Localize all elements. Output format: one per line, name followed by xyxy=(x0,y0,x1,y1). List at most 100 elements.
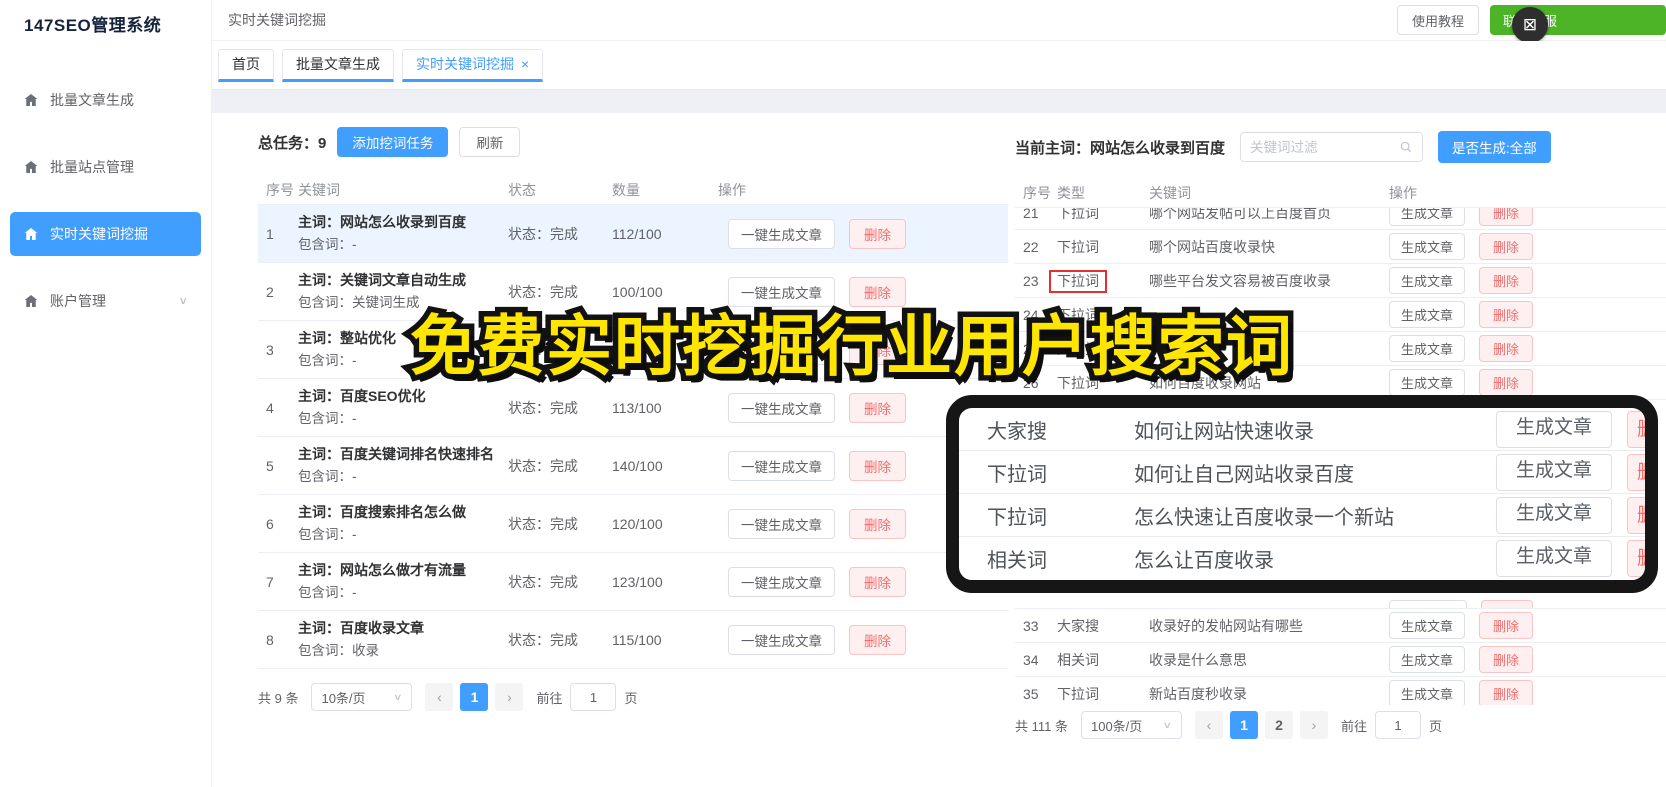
table-row[interactable]: 6 主词：百度搜索排名怎么做 包含词：- 状态：完成 120/100 一键生成文… xyxy=(258,495,1008,553)
row-type: 下拉词 xyxy=(1057,685,1099,702)
delete-button[interactable]: 删除 xyxy=(849,392,906,423)
table-row[interactable]: 5 主词：百度关键词排名快速排名 包含词：- 状态：完成 140/100 一键生… xyxy=(258,437,1008,495)
sidebar-item-label: 批量文章生成 xyxy=(50,92,134,108)
delete-button[interactable]: 删除 xyxy=(849,508,906,539)
prev-page-button[interactable]: ‹ xyxy=(1194,711,1223,739)
row-keyword: 主词：整站优化 包含词：- xyxy=(298,327,508,372)
delete-button[interactable]: 删除 xyxy=(849,624,906,655)
generate-article-button[interactable]: 一键生成文章 xyxy=(728,218,835,249)
delete-button[interactable]: 删除 xyxy=(1479,233,1534,260)
generate-article-button[interactable]: 生成文章 xyxy=(1389,646,1466,673)
table-row[interactable]: 3 主词：整站优化 包含词：- 状态：完成 一键生成文章 删除 xyxy=(258,321,1008,379)
sidebar-item-batch-site[interactable]: 批量站点管理 xyxy=(10,145,201,189)
sidebar-item-account[interactable]: 账户管理 ∨ xyxy=(10,279,201,323)
main-word: 主词：网站怎么收录到百度 xyxy=(298,213,466,230)
row-keyword: 主词：网站怎么做才有流量 包含词：- xyxy=(298,559,508,604)
generate-article-button[interactable]: 一键生成文章 xyxy=(728,450,835,481)
include-word: 包含词：关键词生成 xyxy=(298,294,420,310)
generate-article-button[interactable]: 生成文章 xyxy=(1389,612,1466,639)
goto-page-input[interactable] xyxy=(1375,711,1421,739)
tab-home[interactable]: 首页 xyxy=(218,49,274,82)
row-count: 113/100 xyxy=(612,399,662,416)
generate-article-button[interactable]: 一键生成文章 xyxy=(728,624,835,655)
page-buttons: ‹ 1 2 › xyxy=(1194,711,1328,739)
generate-article-button[interactable]: 生成文章 xyxy=(1389,233,1466,260)
main-word: 主词：百度关键词排名快速排名 xyxy=(298,445,494,462)
generate-all-button[interactable]: 是否生成:全部 xyxy=(1438,131,1551,163)
row-status: 状态：完成 xyxy=(508,515,578,532)
sidebar-item-label: 批量站点管理 xyxy=(50,159,134,175)
delete-button[interactable]: 删除 xyxy=(849,334,906,365)
tab-realtime-keyword[interactable]: 实时关键词挖掘 × xyxy=(402,49,544,82)
delete-button[interactable]: 删除 xyxy=(849,450,906,481)
row-keyword: 主词：关键词文章自动生成 包含词：关键词生成 xyxy=(298,269,508,314)
generate-article-button[interactable]: 一键生成文章 xyxy=(728,508,835,539)
delete-button[interactable]: 删除 xyxy=(1479,369,1534,396)
row-type: 大家搜 xyxy=(1057,340,1099,357)
table-row[interactable]: 1 主词：网站怎么收录到百度 包含词：- 状态：完成 112/100 一键生成文… xyxy=(258,205,1008,263)
table-row: 33 大家搜 收录好的发帖网站有哪些 生成文章 删除 xyxy=(1015,609,1666,643)
row-actions: 生成文章 删除 xyxy=(1389,233,1666,260)
delete-button[interactable]: 删除 xyxy=(849,566,906,597)
generate-article-button[interactable]: 一键生成文章 xyxy=(728,392,835,423)
table-row[interactable]: 4 主词：百度SEO优化 包含词：- 状态：完成 113/100 一键生成文章 … xyxy=(258,379,1008,437)
tab-batch-article[interactable]: 批量文章生成 xyxy=(282,49,394,82)
row-index: 5 xyxy=(266,457,274,474)
page-size-select[interactable]: 10条/页 ∨ xyxy=(311,683,413,711)
generate-article-button[interactable]: 生成文章 xyxy=(1389,267,1466,294)
delete-button[interactable]: 删除 xyxy=(1479,646,1534,673)
table-row: 24 下拉词 生成文章 删除 xyxy=(1015,298,1666,332)
partially-visible-row xyxy=(1015,600,1666,609)
delete-button[interactable]: 删除 xyxy=(849,218,906,249)
row-type: 下拉词 xyxy=(1049,269,1149,293)
table-row[interactable]: 8 主词：百度收录文章 包含词：收录 状态：完成 115/100 一键生成文章 … xyxy=(258,611,1008,669)
generate-article-button[interactable]: 生成文章 xyxy=(1389,369,1466,396)
include-word: 包含词：- xyxy=(298,352,357,368)
sidebar-item-batch-article[interactable]: 批量文章生成 xyxy=(10,78,201,122)
row-status: 状态：完成 xyxy=(508,631,578,648)
page-number-button[interactable]: 1 xyxy=(1229,711,1258,739)
delete-button[interactable]: 删除 xyxy=(1479,208,1534,226)
close-icon[interactable]: × xyxy=(521,56,529,72)
table-row[interactable]: 7 主词：网站怎么做才有流量 包含词：- 状态：完成 123/100 一键生成文… xyxy=(258,553,1008,611)
prev-page-button[interactable]: ‹ xyxy=(425,683,454,711)
task-panel: 总任务：9 添加挖词任务 刷新 序号 关键词 状态 数量 操作 1 主词：网站怎… xyxy=(258,127,1008,711)
home-icon xyxy=(24,161,38,173)
delete-button[interactable]: 删除 xyxy=(1479,267,1534,294)
delete-button[interactable]: 删除 xyxy=(849,276,906,307)
row-type: 下拉词 xyxy=(1057,306,1099,323)
task-toolbar: 总任务：9 添加挖词任务 刷新 xyxy=(258,127,1008,157)
delete-button[interactable]: 删除 xyxy=(1479,680,1534,705)
row-keyword: 主词：百度关键词排名快速排名 包含词：- xyxy=(298,443,508,488)
row-keyword: 如何让网站快速收录 xyxy=(1134,420,1314,443)
next-page-button[interactable]: › xyxy=(495,683,524,711)
generate-article-button[interactable]: 生成文章 xyxy=(1389,335,1466,362)
page-number-button[interactable]: 2 xyxy=(1264,711,1293,739)
goto-page: 前往 页 xyxy=(536,683,638,711)
include-word: 包含词：- xyxy=(298,584,357,600)
generate-article-button[interactable]: 一键生成文章 xyxy=(728,566,835,597)
goto-page-input[interactable] xyxy=(570,683,617,711)
tutorial-button[interactable]: 使用教程 xyxy=(1396,5,1479,35)
table-row[interactable]: 2 主词：关键词文章自动生成 包含词：关键词生成 状态：完成 100/100 一… xyxy=(258,263,1008,321)
row-count: 100/100 xyxy=(612,283,663,300)
generate-article-button[interactable]: 生成文章 xyxy=(1389,208,1466,226)
add-task-button[interactable]: 添加挖词任务 xyxy=(337,127,449,157)
delete-button[interactable]: 删除 xyxy=(1479,335,1534,362)
task-table-header: 序号 关键词 状态 数量 操作 xyxy=(258,175,1008,205)
page-background-band xyxy=(212,90,1666,113)
sidebar-item-realtime-keyword[interactable]: 实时关键词挖掘 xyxy=(10,212,201,256)
generate-article-button[interactable]: 一键生成文章 xyxy=(728,334,835,365)
generate-article-button[interactable]: 生成文章 xyxy=(1389,680,1466,705)
generate-article-button[interactable]: 生成文章 xyxy=(1389,301,1466,328)
page-number-button[interactable]: 1 xyxy=(460,683,489,711)
generate-article-button[interactable]: 一键生成文章 xyxy=(728,276,835,307)
next-page-button[interactable]: › xyxy=(1299,711,1328,739)
page-size-select[interactable]: 100条/页 ∨ xyxy=(1080,711,1182,739)
row-keyword: 主词：百度搜索排名怎么做 包含词：- xyxy=(298,501,508,546)
screenshot-tool-icon[interactable]: ⊠ xyxy=(1512,7,1548,43)
refresh-button[interactable]: 刷新 xyxy=(459,127,521,157)
delete-button[interactable]: 删除 xyxy=(1479,301,1534,328)
delete-button[interactable]: 删除 xyxy=(1479,612,1534,639)
keyword-filter-input[interactable] xyxy=(1250,139,1400,155)
